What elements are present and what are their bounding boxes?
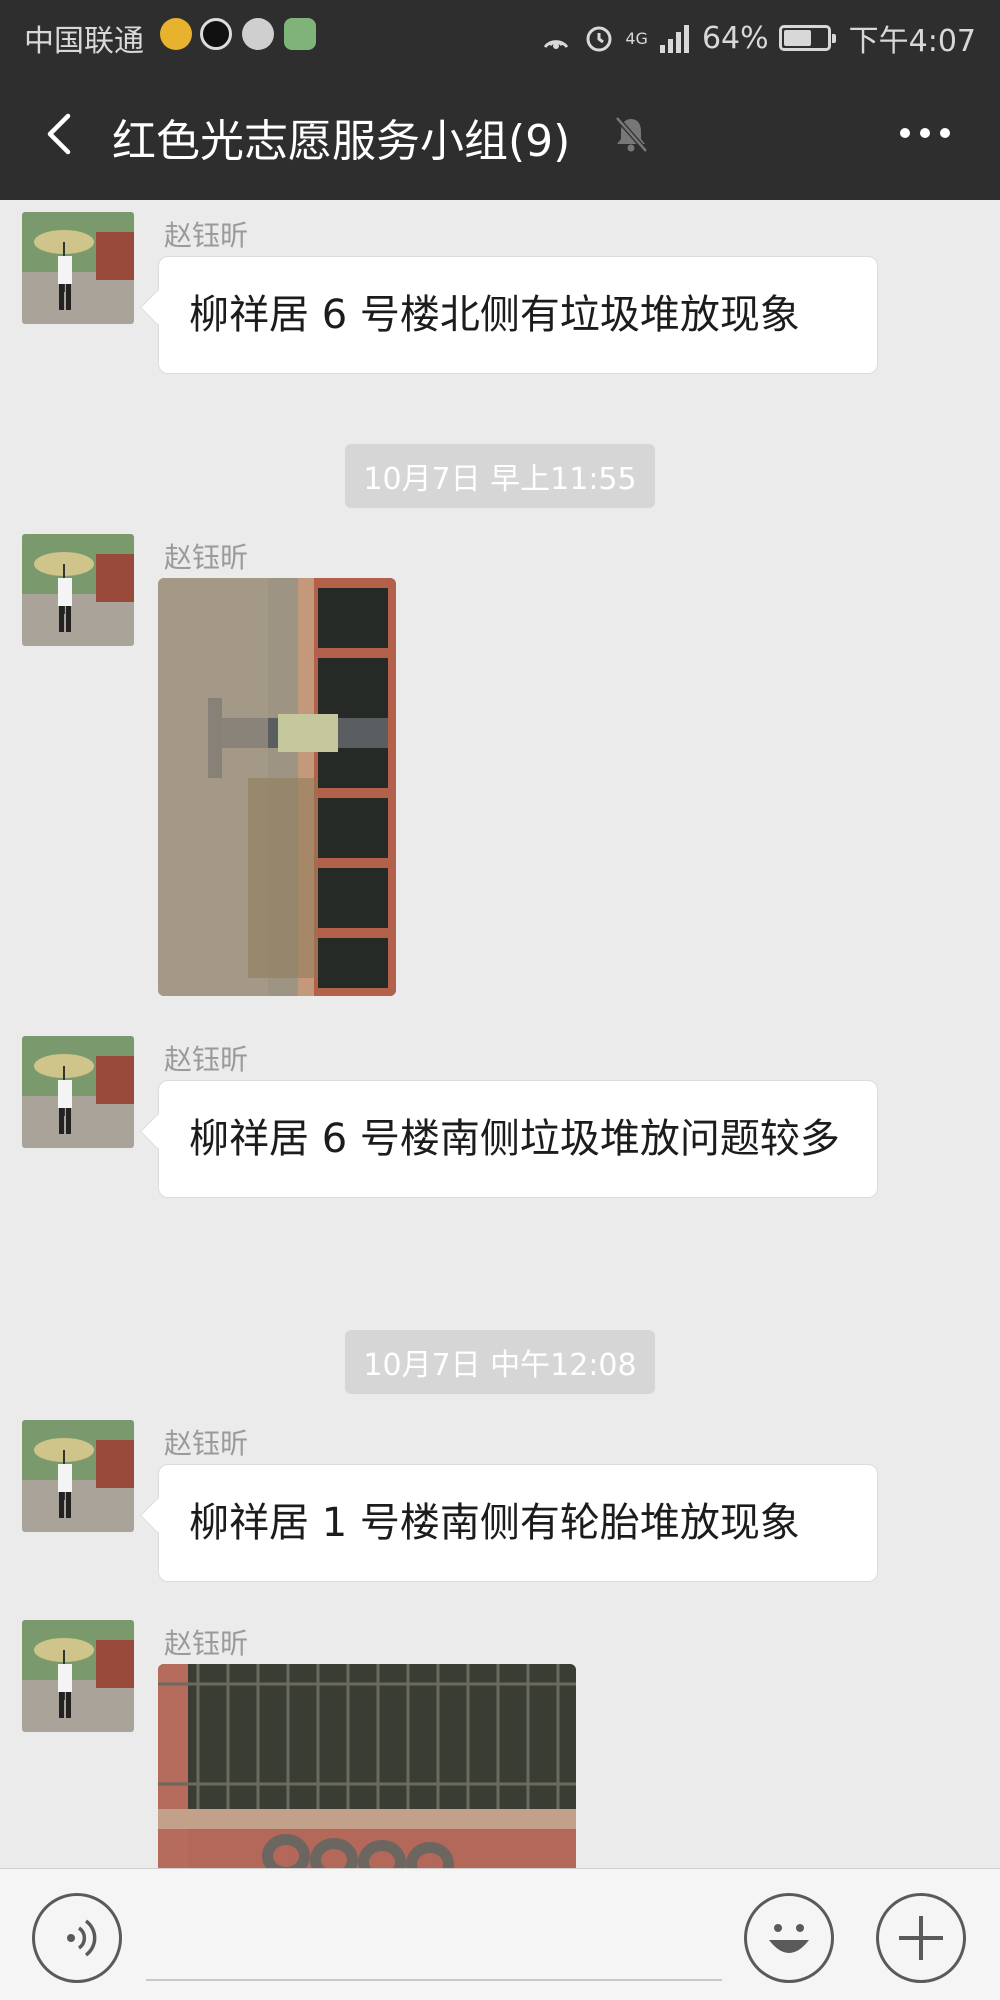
mail-notification-icon: [160, 18, 192, 50]
plus-button[interactable]: [876, 1893, 966, 1983]
photo-tires-by-fence[interactable]: [158, 1664, 576, 1868]
photo-garbage-pile[interactable]: [158, 578, 396, 996]
voice-icon: [67, 1919, 97, 1957]
message-bubble[interactable]: 柳祥居 6 号楼北侧有垃圾堆放现象: [158, 256, 878, 374]
alarm-icon: [586, 26, 612, 52]
time-divider: 10月7日 早上11:55: [0, 444, 1000, 508]
status-bar: 中国联通 4G 64% 下午4:07: [0, 0, 1000, 70]
chevron-left-icon[interactable]: [36, 108, 88, 160]
sender-name: 赵钰昕: [164, 541, 249, 574]
message-item: 赵钰昕: [0, 1620, 1000, 1868]
tiktok-notification-icon: [200, 18, 232, 50]
avatar[interactable]: [22, 1620, 134, 1732]
sender-name: 赵钰昕: [164, 1427, 249, 1460]
carrier-label: 中国联通: [24, 24, 144, 59]
message-item: 赵钰昕 柳祥居 6 号楼北侧有垃圾堆放现象: [0, 212, 1000, 412]
message-bubble[interactable]: 柳祥居 6 号楼南侧垃圾堆放问题较多: [158, 1080, 878, 1198]
input-bar: [0, 1868, 1000, 2000]
message-input[interactable]: [146, 1909, 722, 1981]
sender-name: 赵钰昕: [164, 219, 249, 252]
chat-title: 红色光志愿服务小组(9): [112, 116, 571, 167]
time-divider: 10月7日 中午12:08: [0, 1330, 1000, 1394]
hotspot-icon: [544, 40, 569, 49]
app-notification-icon: [284, 18, 316, 50]
message-item: 赵钰昕 柳祥居 1 号楼南侧有轮胎堆放现象: [0, 1420, 1000, 1600]
message-list[interactable]: 赵钰昕 柳祥居 6 号楼北侧有垃圾堆放现象 10月7日 早上11:55 赵钰昕: [0, 200, 1000, 1868]
bell-off-icon: [615, 116, 648, 153]
message-bubble[interactable]: 柳祥居 1 号楼南侧有轮胎堆放现象: [158, 1464, 878, 1582]
message-item: 赵钰昕: [0, 534, 1000, 1004]
battery-icon: [778, 25, 836, 51]
battery-percent: 64%: [701, 20, 769, 56]
emoji-icon: [769, 1924, 809, 1953]
wechat-notification-icon: [242, 18, 274, 50]
avatar[interactable]: [22, 1420, 134, 1532]
sender-name: 赵钰昕: [164, 1627, 249, 1660]
emoji-button[interactable]: [744, 1893, 834, 1983]
voice-button[interactable]: [32, 1893, 122, 1983]
message-item: 赵钰昕 柳祥居 6 号楼南侧垃圾堆放问题较多: [0, 1036, 1000, 1276]
plus-icon: [899, 1916, 943, 1960]
network-type-label: 4G: [625, 28, 648, 48]
avatar[interactable]: [22, 212, 134, 324]
chat-header: 红色光志愿服务小组(9): [0, 70, 1000, 200]
sender-name: 赵钰昕: [164, 1043, 249, 1076]
avatar[interactable]: [22, 1036, 134, 1148]
signal-icon: [659, 25, 689, 53]
more-dots-icon[interactable]: [900, 128, 950, 138]
clock: 下午4:07: [848, 24, 976, 59]
avatar[interactable]: [22, 534, 134, 646]
